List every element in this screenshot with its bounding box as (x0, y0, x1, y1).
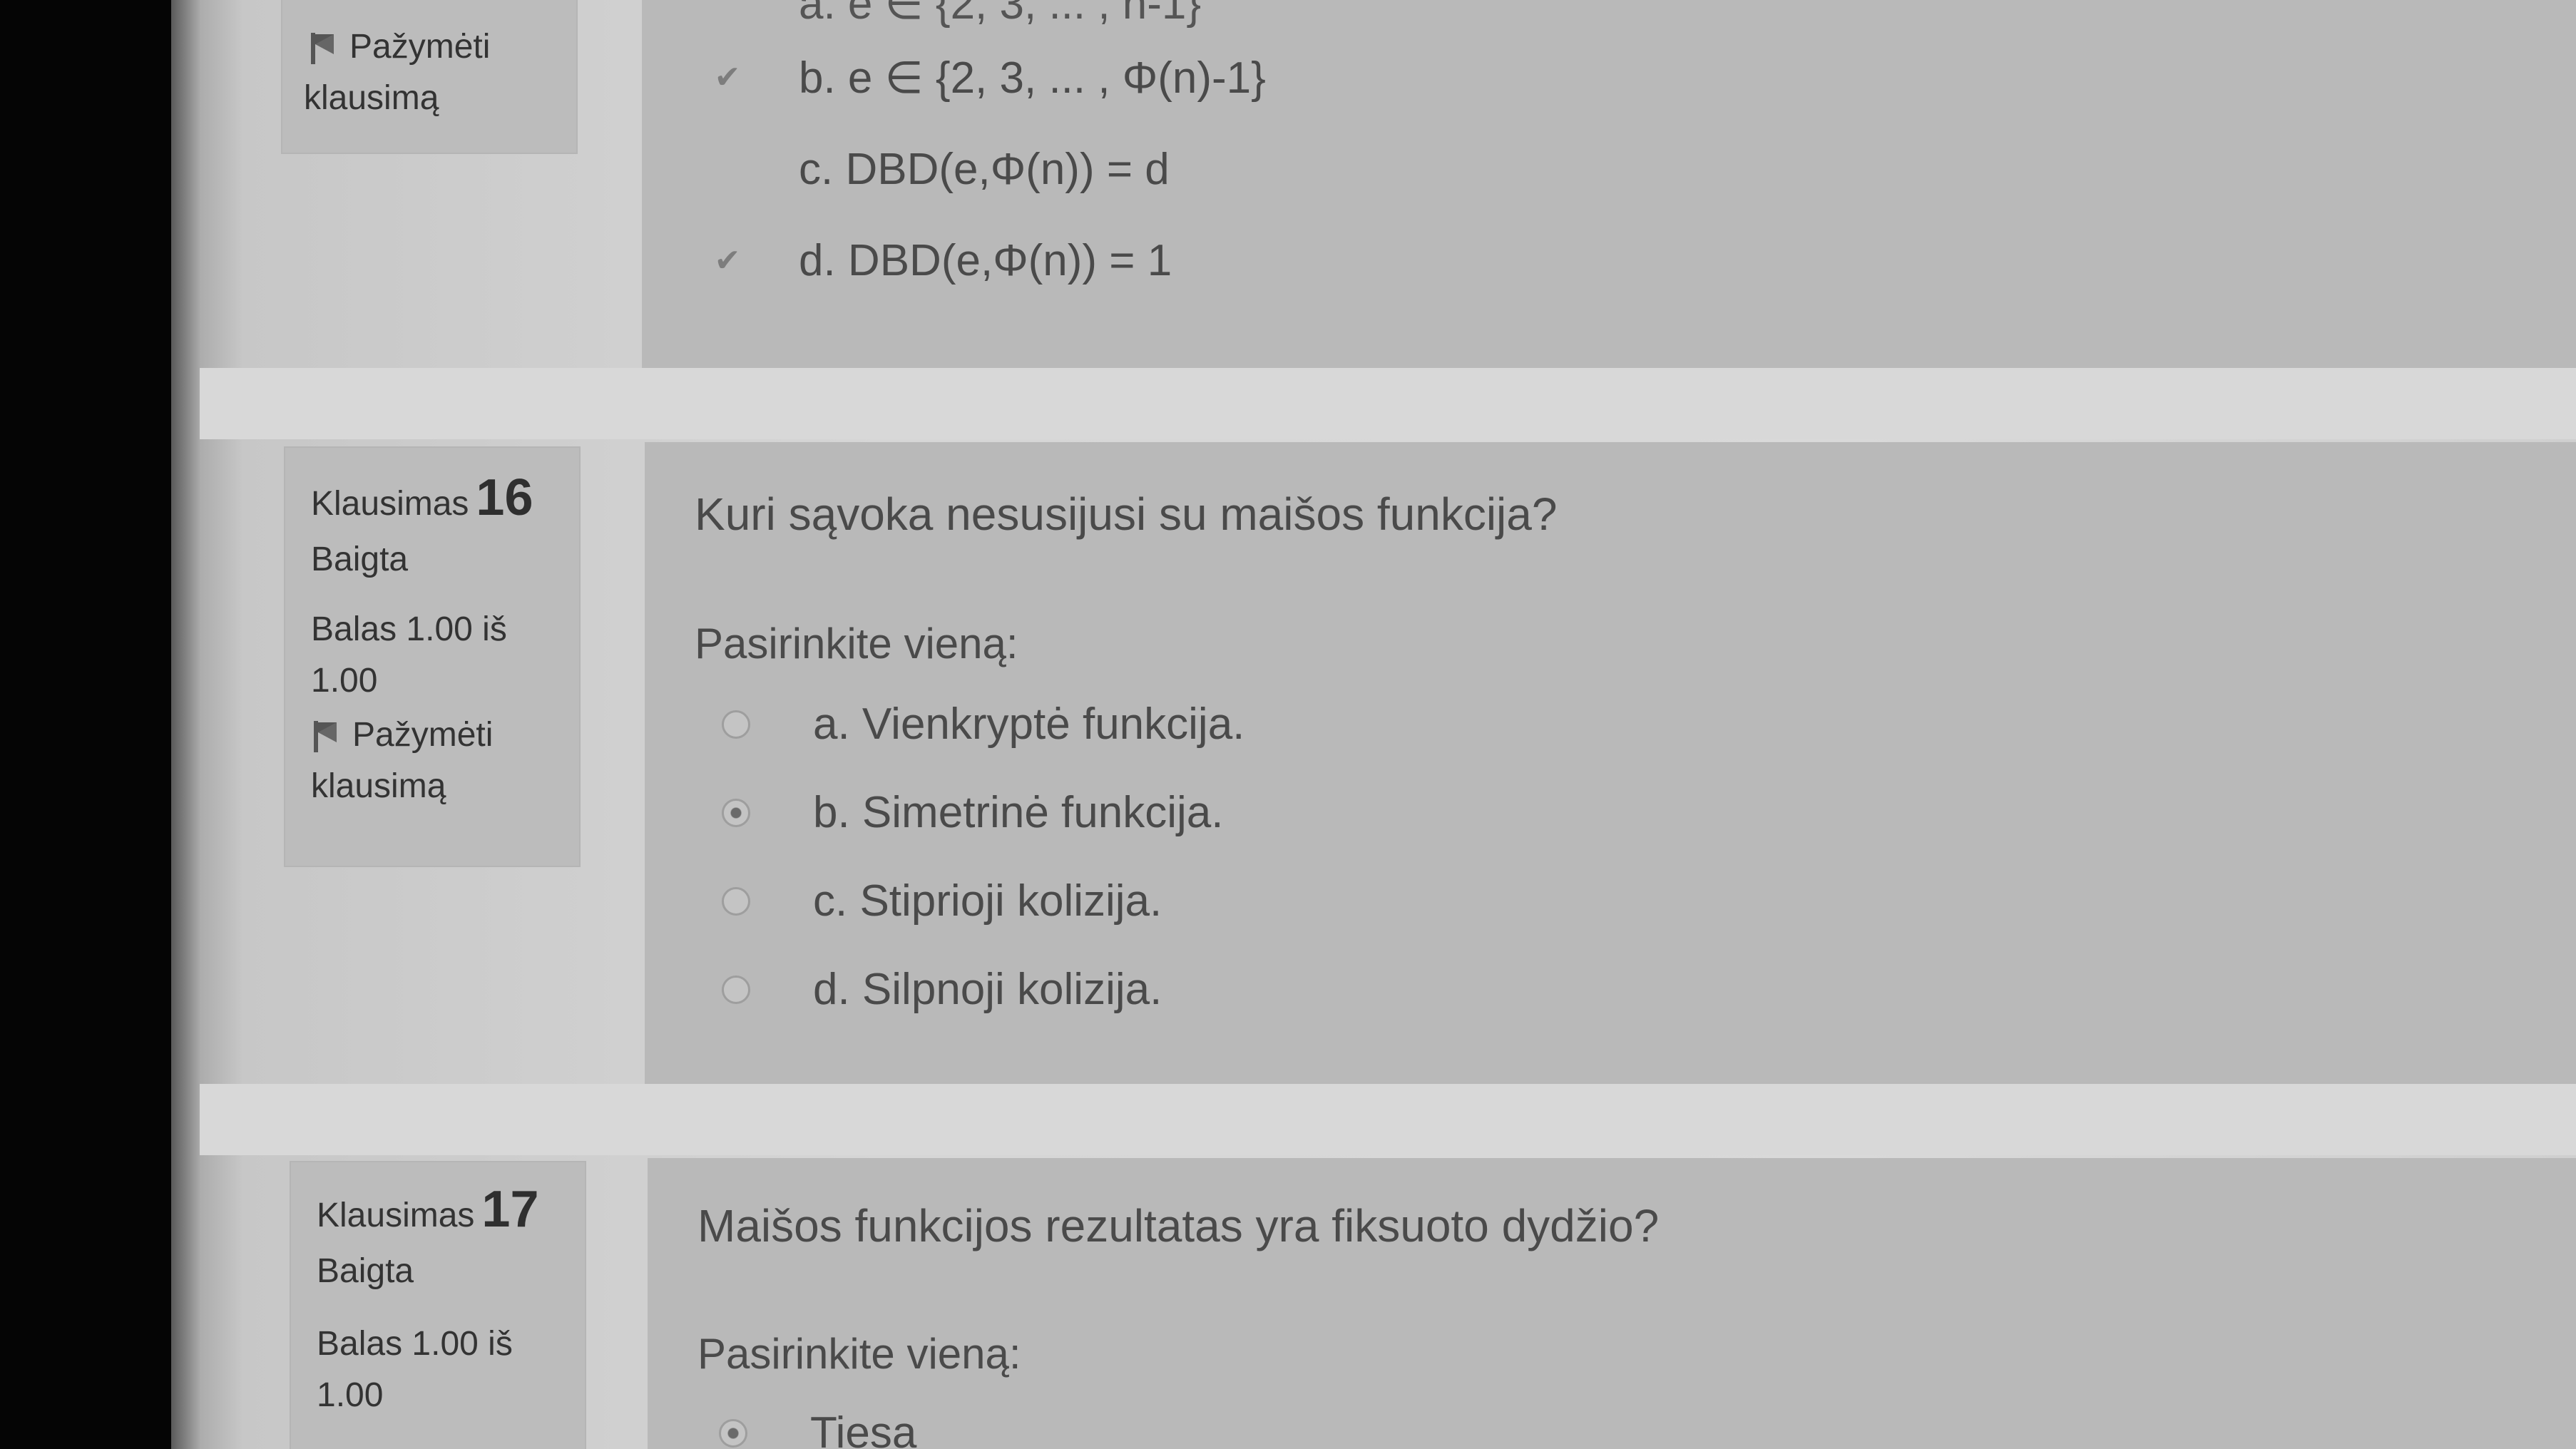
question-grade-value: 1.00 (317, 1376, 384, 1414)
answer-option[interactable]: b. Simetrinė funkcija. (722, 787, 1223, 838)
answer-option[interactable]: a. Vienkryptė funkcija. (722, 699, 1244, 749)
separator (200, 368, 2576, 439)
flag-label-2[interactable]: klausimą (282, 73, 576, 124)
answer-prompt: Pasirinkite vieną: (695, 620, 1018, 667)
flag-label: Pažymėti (352, 716, 494, 754)
radio-icon[interactable] (722, 710, 750, 739)
radio-icon[interactable] (719, 1418, 747, 1448)
question-number: 17 (481, 1181, 539, 1238)
question-text: Maišos funkcijos rezultatas yra fiksuoto… (697, 1200, 1660, 1251)
answer-label: a. e ∈ {2, 3, ... , n-1} (799, 0, 1202, 29)
question-17-content: Maišos funkcijos rezultatas yra fiksuoto… (648, 1158, 2576, 1449)
answer-option[interactable]: c. Stiprioji kolizija. (722, 876, 1162, 926)
answer-option[interactable]: a. e ∈ {2, 3, ... , n-1} (713, 0, 1201, 29)
question-16-info: Klausimas 16 Baigta Balas 1.00 iš 1.00 Pa… (285, 448, 579, 866)
answer-label: c. Stiprioji kolizija. (813, 876, 1162, 926)
answer-option[interactable]: ✔ d. DBD(e,Φ(n)) = 1 (713, 235, 1172, 286)
question-17-info: Klausimas 17 Baigta Balas 1.00 iš 1.00 (291, 1162, 585, 1449)
check-icon: ✔ (714, 243, 741, 278)
check-icon: ✔ (714, 60, 741, 95)
answer-label: b. e ∈ {2, 3, ... , Φ(n)-1} (799, 53, 1266, 103)
answer-option[interactable]: d. Silpnoji kolizija. (722, 964, 1162, 1015)
question-number: 16 (476, 469, 533, 526)
answer-option[interactable]: Tiesa (719, 1408, 916, 1449)
flag-label-2[interactable]: klausimą (285, 761, 579, 812)
question-label: Klausimas (317, 1197, 475, 1234)
question-status: Baigta (311, 541, 409, 578)
answer-label: a. Vienkryptė funkcija. (813, 700, 1245, 749)
question-text: Kuri sąvoka nesusijusi su maišos funkcij… (695, 488, 1558, 540)
radio-icon[interactable] (722, 975, 750, 1004)
answer-label: d. DBD(e,Φ(n)) = 1 (799, 236, 1172, 285)
answer-option[interactable]: c. DBD(e,Φ(n)) = d (713, 144, 1170, 195)
flag-label: Pažymėti (349, 28, 491, 66)
radio-icon[interactable] (722, 886, 750, 916)
flag-icon (311, 720, 339, 752)
question-grade: Balas 1.00 iš (317, 1325, 513, 1363)
answer-label: Tiesa (810, 1408, 917, 1449)
flag-icon (308, 31, 337, 64)
window-edge (171, 0, 200, 1449)
answer-prompt: Pasirinkite vieną: (697, 1330, 1021, 1378)
prev-question-info: Pažymėti klausimą (282, 0, 576, 153)
question-status: Baigta (317, 1252, 414, 1290)
separator (200, 1084, 2576, 1155)
radio-icon[interactable] (722, 798, 750, 827)
screen: Pažymėti klausimą a. e ∈ {2, 3, ... , n-… (171, 0, 2576, 1449)
answer-option[interactable]: ✔ b. e ∈ {2, 3, ... , Φ(n)-1} (713, 51, 1266, 103)
question-16-content: Kuri sąvoka nesusijusi su maišos funkcij… (645, 442, 2576, 1084)
flag-question-link[interactable]: Pažymėti (282, 0, 576, 73)
prev-question-content: a. e ∈ {2, 3, ... , n-1} ✔ b. e ∈ {2, 3,… (642, 0, 2576, 368)
question-grade: Balas 1.00 iš (311, 610, 507, 648)
answer-label: c. DBD(e,Φ(n)) = d (799, 145, 1170, 194)
flag-question-link[interactable]: Pažymėti (285, 710, 579, 761)
answer-label: d. Silpnoji kolizija. (813, 965, 1162, 1014)
question-grade-value: 1.00 (311, 662, 378, 700)
question-label: Klausimas (311, 485, 469, 523)
answer-label: b. Simetrinė funkcija. (813, 788, 1224, 837)
